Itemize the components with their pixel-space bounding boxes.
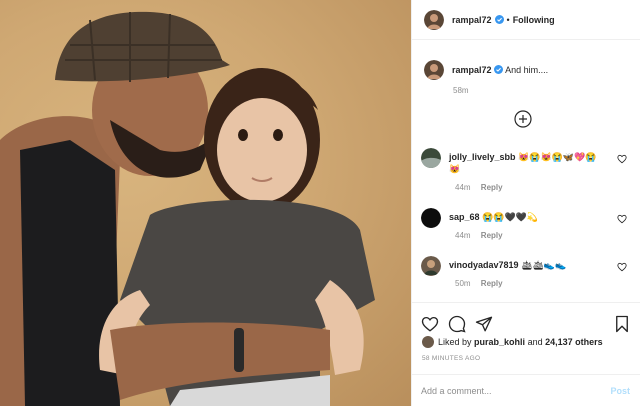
comment-time: 50m <box>455 279 471 288</box>
bookmark-icon[interactable] <box>614 315 630 333</box>
comment-text: 😭😭🖤🖤💫 <box>482 212 539 222</box>
post-header: rampal72 • Following <box>412 0 640 40</box>
liked-and: and <box>527 337 543 347</box>
reply-button[interactable]: Reply <box>481 231 503 240</box>
comment-item: sap_68 😭😭🖤🖤💫 <box>421 208 631 228</box>
comment-input[interactable] <box>421 385 591 396</box>
comment-body: jolly_lively_sbb 😻😭😻😭🦋💖😭 😻 <box>449 148 599 175</box>
commenter-avatar[interactable] <box>421 148 441 168</box>
caption-text: And him.... <box>505 65 549 75</box>
caption: rampal72 And him.... <box>424 60 628 80</box>
reply-button[interactable]: Reply <box>481 279 503 288</box>
separator-dot: • <box>506 14 510 25</box>
small-heart-icon[interactable] <box>617 154 627 164</box>
comment-body: vinodyadav7819 🛳🛳👟👟 <box>449 256 599 276</box>
heart-icon[interactable] <box>421 315 439 333</box>
post-comment-button[interactable]: Post <box>610 386 630 396</box>
author-avatar[interactable] <box>424 9 444 30</box>
caption-avatar[interactable] <box>424 60 444 80</box>
comment-text: 🛳🛳👟👟 <box>521 260 567 270</box>
commenter-avatar[interactable] <box>421 208 441 228</box>
liker-avatar[interactable] <box>422 336 434 348</box>
comment-time: 44m <box>455 183 471 192</box>
reply-button[interactable]: Reply <box>481 183 503 192</box>
likes-summary: Liked by purab_kohli and 24,137 others <box>422 336 603 348</box>
comment-username[interactable]: vinodyadav7819 <box>449 260 519 270</box>
comment-username[interactable]: jolly_lively_sbb <box>449 152 516 162</box>
share-icon[interactable] <box>475 315 493 333</box>
comment-meta: 44m Reply <box>455 231 503 240</box>
comment-meta: 44m Reply <box>455 183 503 192</box>
author-username[interactable]: rampal72 <box>452 15 492 25</box>
comment-icon[interactable] <box>448 315 466 333</box>
add-circle-icon <box>514 110 532 128</box>
commenter-avatar[interactable] <box>421 256 441 276</box>
caption-timestamp: 58m <box>453 86 469 95</box>
post-timestamp[interactable]: 58 MINUTES AGO <box>422 355 480 362</box>
caption-body: rampal72 And him.... <box>452 60 548 80</box>
small-heart-icon[interactable] <box>617 262 627 272</box>
comment-item: vinodyadav7819 🛳🛳👟👟 <box>421 256 631 276</box>
comment-body: sap_68 😭😭🖤🖤💫 <box>449 208 599 228</box>
comment-meta: 50m Reply <box>455 279 503 288</box>
comment-item: jolly_lively_sbb 😻😭😻😭🦋💖😭 😻 <box>421 148 631 175</box>
action-bar <box>411 302 640 337</box>
load-more-comments-button[interactable] <box>514 110 532 130</box>
small-heart-icon[interactable] <box>617 214 627 224</box>
caption-username[interactable]: rampal72 <box>452 65 492 75</box>
comment-username[interactable]: sap_68 <box>449 212 480 222</box>
instagram-post: rampal72 • Following rampal72 And him...… <box>0 0 640 406</box>
verified-badge-icon <box>494 15 504 24</box>
liked-username[interactable]: purab_kohli <box>474 337 525 347</box>
liked-prefix: Liked by <box>438 337 472 347</box>
verified-badge-icon <box>494 65 504 74</box>
comment-time: 44m <box>455 231 471 240</box>
add-comment-bar: Post <box>411 374 640 406</box>
liked-others-link[interactable]: 24,137 others <box>545 337 603 347</box>
post-photo[interactable] <box>0 0 411 406</box>
following-button[interactable]: Following <box>513 15 555 25</box>
photo-illustration <box>0 11 375 406</box>
